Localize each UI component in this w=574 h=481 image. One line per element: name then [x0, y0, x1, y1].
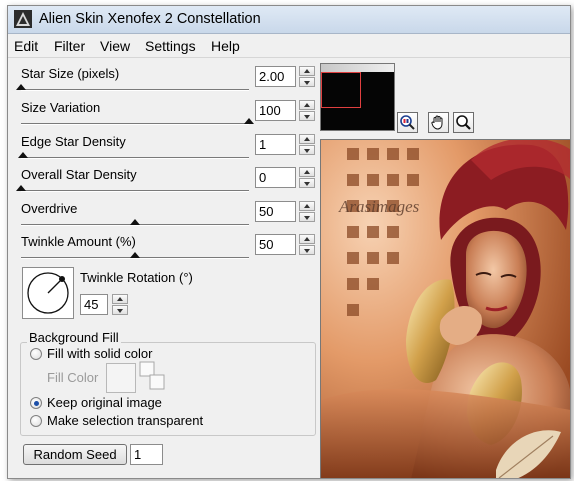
menu-bar: Edit Filter View Settings Help — [8, 34, 570, 58]
twinkle-amount-input[interactable]: 50 — [255, 234, 296, 255]
slider-label: Size Variation — [21, 100, 101, 115]
keep-original-radio[interactable] — [30, 397, 42, 409]
edge-star-density-input[interactable]: 1 — [255, 134, 296, 155]
size-variation-spinner[interactable] — [299, 100, 315, 121]
slider-track[interactable] — [21, 123, 249, 125]
slider-track[interactable] — [21, 89, 249, 91]
slider-label: Star Size (pixels) — [21, 66, 120, 81]
menu-edit[interactable]: Edit — [14, 38, 38, 54]
magnifier-icon[interactable] — [453, 112, 474, 133]
overdrive-input[interactable]: 50 — [255, 201, 296, 222]
background-fill-legend: Background Fill — [27, 330, 121, 345]
slider-label: Overall Star Density — [21, 167, 137, 182]
rotation-dial-icon[interactable] — [22, 267, 74, 319]
overall-star-density-input[interactable]: 0 — [255, 167, 296, 188]
fill-solid-color-label[interactable]: Fill with solid color — [47, 346, 152, 361]
random-seed-input[interactable]: 1 — [130, 444, 163, 465]
fill-color-label: Fill Color — [47, 370, 99, 385]
slider-track[interactable] — [21, 157, 249, 159]
dialog-window: Alien Skin Xenofex 2 Constellation Edit … — [7, 5, 571, 479]
navigator-thumbnail[interactable] — [320, 63, 395, 131]
slider-label: Overdrive — [21, 201, 78, 216]
keep-original-label[interactable]: Keep original image — [47, 395, 162, 410]
menu-help[interactable]: Help — [211, 38, 240, 54]
menu-filter[interactable]: Filter — [54, 38, 85, 54]
fill-color-swatch[interactable] — [106, 363, 136, 393]
size-variation-input[interactable]: 100 — [255, 100, 296, 121]
edge-star-density-spinner[interactable] — [299, 134, 315, 155]
random-seed-button[interactable]: Random Seed — [23, 444, 127, 465]
slider-track[interactable] — [21, 190, 249, 192]
star-size-spinner[interactable] — [299, 66, 315, 87]
zoom-fit-icon[interactable] — [397, 112, 418, 133]
alien-skin-logo-icon — [14, 10, 32, 28]
slider-thumb[interactable] — [130, 219, 140, 225]
slider-label: Twinkle Amount (%) — [21, 234, 136, 249]
overall-star-density-spinner[interactable] — [299, 167, 315, 188]
preview-watermark: Arasimages — [338, 197, 420, 216]
fill-solid-color-radio[interactable] — [30, 348, 42, 360]
swap-colors-icon[interactable] — [139, 361, 167, 391]
star-size-input[interactable]: 2.00 — [255, 66, 296, 87]
menu-settings[interactable]: Settings — [145, 38, 196, 54]
menu-view[interactable]: View — [100, 38, 130, 54]
slider-thumb[interactable] — [16, 185, 26, 191]
hand-pan-icon[interactable] — [428, 112, 449, 133]
overdrive-spinner[interactable] — [299, 201, 315, 222]
slider-thumb[interactable] — [244, 118, 254, 124]
twinkle-amount-spinner[interactable] — [299, 234, 315, 255]
twinkle-rotation-label: Twinkle Rotation (°) — [80, 270, 193, 285]
make-transparent-radio[interactable] — [30, 415, 42, 427]
preview-image[interactable]: Arasimages — [320, 139, 570, 478]
make-transparent-label[interactable]: Make selection transparent — [47, 413, 203, 428]
slider-thumb[interactable] — [16, 84, 26, 90]
twinkle-rotation-spinner[interactable] — [112, 294, 128, 315]
slider-label: Edge Star Density — [21, 134, 126, 149]
viewport-rectangle[interactable] — [321, 72, 361, 108]
twinkle-rotation-input[interactable]: 45 — [80, 294, 108, 315]
slider-thumb[interactable] — [130, 252, 140, 258]
slider-thumb[interactable] — [18, 152, 29, 158]
window-title: Alien Skin Xenofex 2 Constellation — [39, 11, 261, 27]
title-bar: Alien Skin Xenofex 2 Constellation — [8, 6, 570, 34]
